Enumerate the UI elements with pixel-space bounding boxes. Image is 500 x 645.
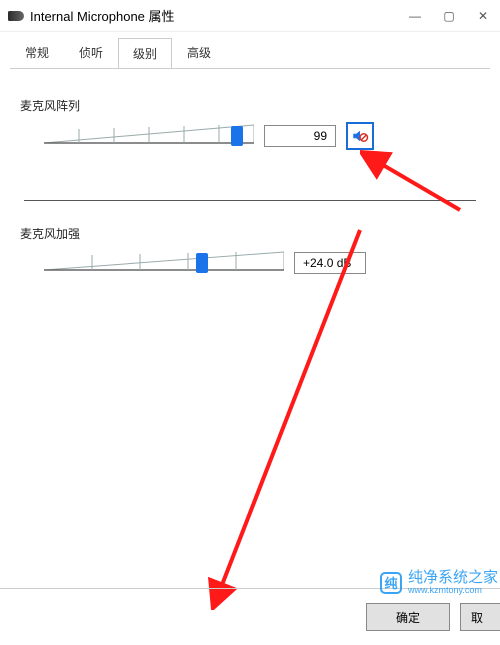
window-title: Internal Microphone 属性: [30, 6, 175, 25]
section-mic-boost: 麦克风加强 +24.0 dB: [20, 225, 480, 292]
mic-boost-label: 麦克风加强: [20, 225, 480, 242]
ok-button[interactable]: 确定: [366, 603, 450, 631]
title-bar: Internal Microphone 属性 — ▢ ✕: [0, 0, 500, 32]
tab-content-levels: 麦克风阵列: [0, 69, 500, 292]
speaker-muted-icon: [351, 127, 369, 145]
microphone-app-icon: [8, 11, 24, 21]
window-controls: — ▢ ✕: [398, 0, 500, 32]
mic-array-mute-button[interactable]: [346, 122, 374, 150]
minimize-button[interactable]: —: [398, 0, 432, 32]
mic-array-value: 99: [264, 125, 336, 147]
watermark-badge: 纯: [380, 572, 402, 594]
watermark: 纯 纯净系统之家 www.kzmtony.com: [380, 570, 498, 595]
cancel-button[interactable]: 取: [460, 603, 500, 631]
mic-boost-value: +24.0 dB: [294, 252, 366, 274]
close-button[interactable]: ✕: [466, 0, 500, 32]
maximize-button[interactable]: ▢: [432, 0, 466, 32]
tab-advanced[interactable]: 高级: [172, 37, 226, 67]
watermark-title: 纯净系统之家: [408, 570, 498, 585]
mic-array-slider-thumb[interactable]: [231, 126, 243, 146]
tab-strip: 常规 侦听 级别 高级: [0, 36, 500, 68]
tab-listen[interactable]: 侦听: [64, 37, 118, 67]
mic-array-label: 麦克风阵列: [20, 97, 480, 114]
mic-boost-slider-thumb[interactable]: [196, 253, 208, 273]
mic-array-slider[interactable]: [44, 123, 254, 149]
section-mic-array: 麦克风阵列: [20, 97, 480, 166]
tab-general[interactable]: 常规: [10, 37, 64, 67]
tab-levels[interactable]: 级别: [118, 38, 172, 68]
watermark-url: www.kzmtony.com: [408, 585, 498, 595]
section-divider: [24, 200, 476, 201]
mic-boost-slider[interactable]: [44, 250, 284, 276]
